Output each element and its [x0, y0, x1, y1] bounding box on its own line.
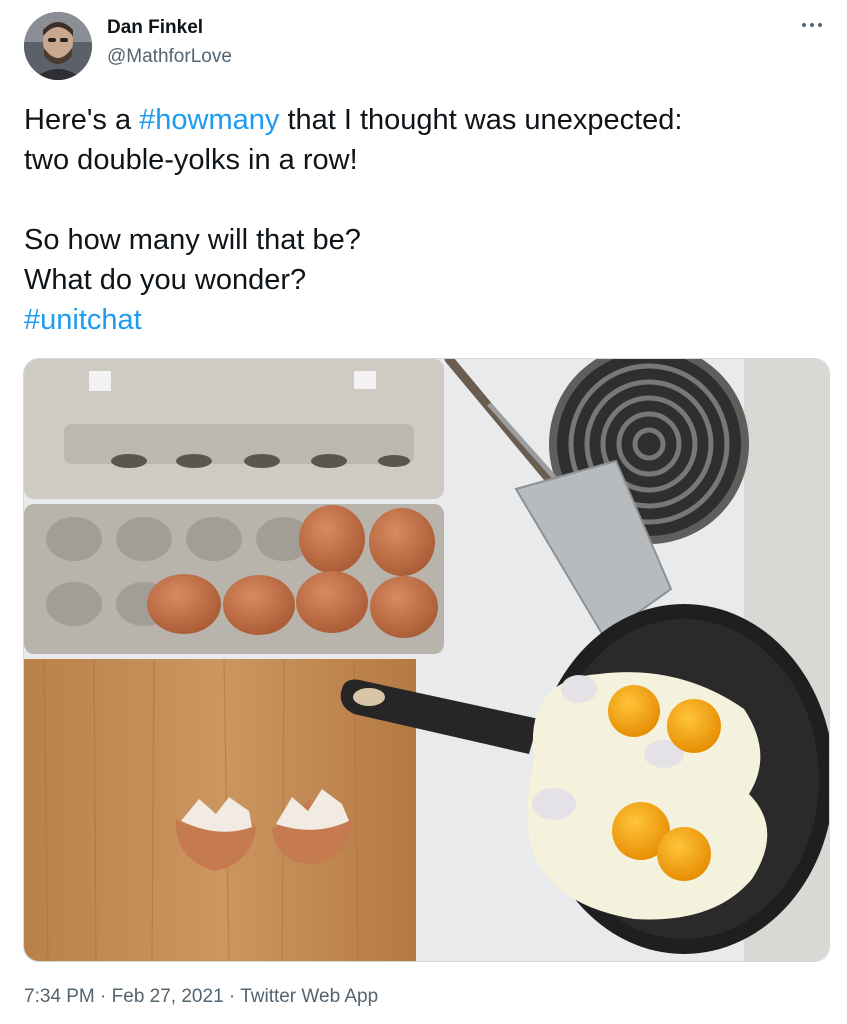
hashtag-unitchat[interactable]: #unitchat [24, 304, 142, 336]
tweet-time[interactable]: 7:34 PM [24, 986, 95, 1007]
tweet-photo[interactable] [23, 358, 830, 962]
more-icon [802, 23, 822, 27]
tweet-line-3: So how many will that be? [24, 224, 361, 256]
tweet-text-segment: that I thought was unexpected: [279, 104, 683, 136]
meta-separator: · [94, 986, 112, 1007]
tweet-source[interactable]: Twitter Web App [240, 986, 378, 1007]
meta-separator: · [223, 986, 241, 1007]
display-name[interactable]: Dan Finkel [107, 17, 203, 39]
handle[interactable]: @MathforLove [107, 46, 232, 68]
fried-eggs [527, 672, 768, 920]
photo-illustration [24, 359, 829, 961]
tweet-date[interactable]: Feb 27, 2021 [112, 986, 224, 1007]
tweet-text-segment: Here's a [24, 104, 140, 136]
tweet-line-2: two double-yolks in a row! [24, 144, 358, 176]
avatar[interactable] [24, 12, 92, 80]
tweet-meta: 7:34 PM · Feb 27, 2021 · Twitter Web App [24, 986, 378, 1008]
more-button[interactable] [792, 8, 832, 42]
tweet-text: Here's a #howmany that I thought was une… [24, 100, 814, 340]
tweet-line-1: Here's a #howmany that I thought was une… [24, 100, 814, 140]
tweet-line-4: What do you wonder? [24, 264, 307, 296]
tweet-line-5: #unitchat [24, 300, 814, 340]
hashtag-howmany[interactable]: #howmany [139, 104, 279, 136]
avatar-image [24, 12, 92, 80]
tweet: Dan Finkel @MathforLove Here's a #howman… [0, 0, 847, 1024]
